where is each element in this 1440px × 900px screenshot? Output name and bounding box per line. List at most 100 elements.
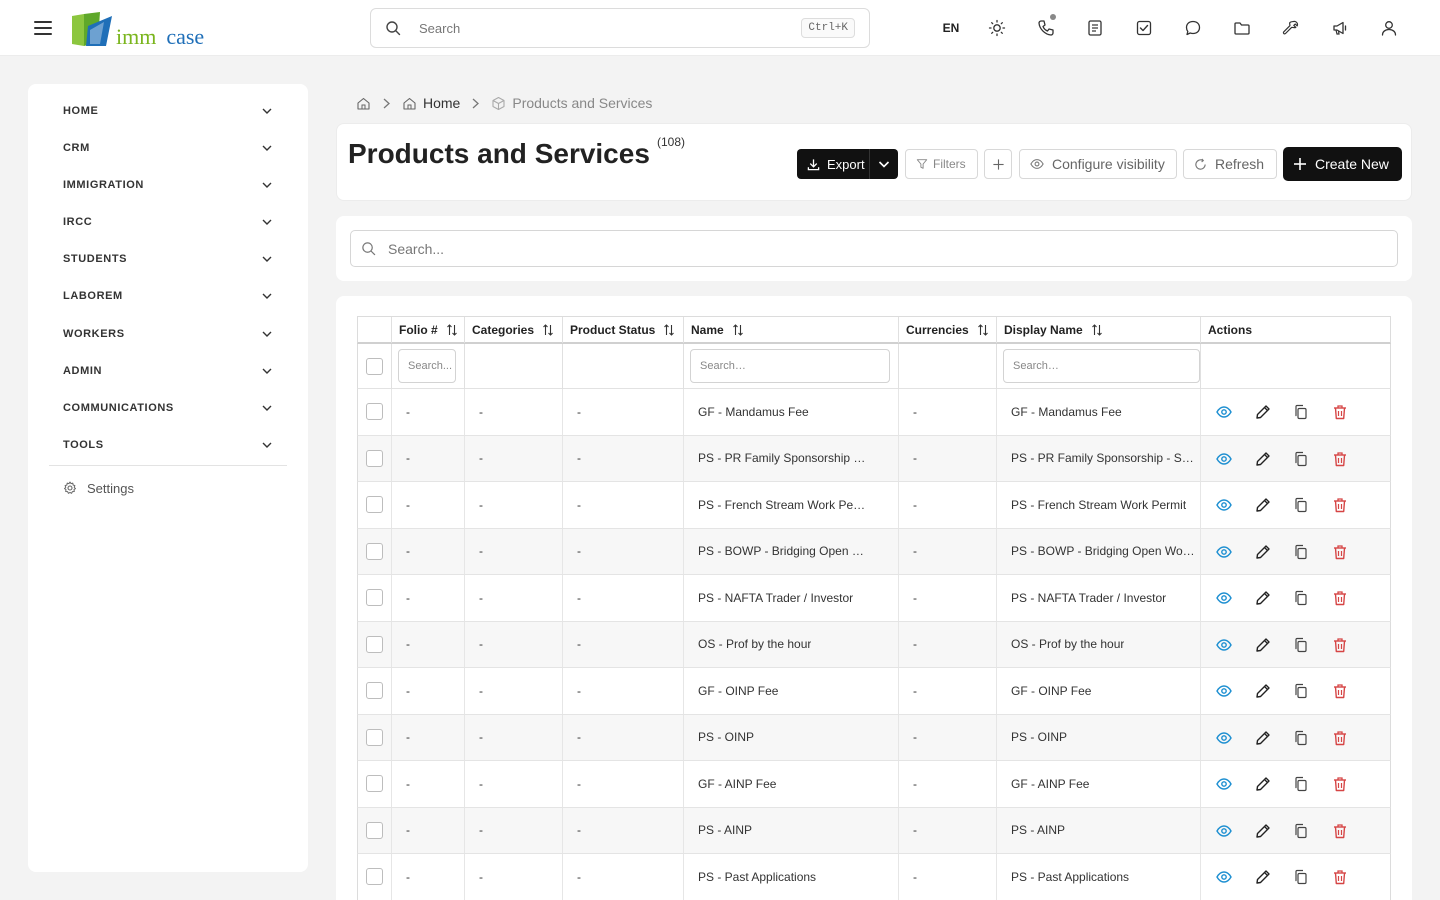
table-row[interactable]: - - - GF - AINP Fee - GF - AINP Fee bbox=[357, 761, 1391, 808]
row-checkbox[interactable] bbox=[366, 682, 383, 699]
sidebar-item-crm[interactable]: CRM bbox=[63, 133, 273, 163]
column-header-display-name[interactable]: Display Name bbox=[996, 317, 1200, 343]
delete-button[interactable] bbox=[1331, 496, 1349, 514]
duplicate-button[interactable] bbox=[1292, 682, 1310, 700]
delete-button[interactable] bbox=[1331, 403, 1349, 421]
sort-icon[interactable] bbox=[663, 324, 675, 336]
edit-button[interactable] bbox=[1254, 775, 1272, 793]
table-row[interactable]: - - - PS - PR Family Sponsorship - Spouse - P… bbox=[357, 435, 1391, 482]
tools-button[interactable] bbox=[1266, 14, 1315, 42]
row-checkbox[interactable] bbox=[366, 542, 383, 560]
table-row[interactable]: - - - PS - Past Applications - PS - Past Appl… bbox=[357, 854, 1391, 900]
delete-button[interactable] bbox=[1331, 589, 1349, 607]
column-header-folio[interactable]: Folio # bbox=[391, 317, 464, 343]
breadcrumb-home-link[interactable]: Home bbox=[423, 95, 460, 111]
view-button[interactable] bbox=[1215, 822, 1233, 840]
view-button[interactable] bbox=[1215, 868, 1233, 886]
table-search-input[interactable]: Search... bbox=[350, 230, 1398, 267]
sort-icon[interactable] bbox=[732, 324, 744, 336]
duplicate-button[interactable] bbox=[1292, 822, 1310, 840]
delete-button[interactable] bbox=[1331, 543, 1349, 561]
edit-button[interactable] bbox=[1254, 589, 1272, 607]
calls-button[interactable] bbox=[1021, 14, 1070, 42]
duplicate-button[interactable] bbox=[1292, 729, 1310, 747]
theme-toggle-button[interactable] bbox=[972, 14, 1021, 42]
edit-button[interactable] bbox=[1254, 868, 1272, 886]
column-header-product-status[interactable]: Product Status bbox=[562, 317, 683, 343]
app-logo[interactable]: imm case bbox=[70, 10, 204, 48]
sort-icon[interactable] bbox=[1091, 324, 1103, 336]
row-checkbox[interactable] bbox=[366, 496, 383, 513]
edit-button[interactable] bbox=[1254, 450, 1272, 468]
view-button[interactable] bbox=[1215, 682, 1233, 700]
folio-filter-input[interactable]: Search... bbox=[398, 349, 456, 383]
tasks-button[interactable] bbox=[1119, 14, 1168, 42]
delete-button[interactable] bbox=[1331, 729, 1349, 747]
menu-icon[interactable] bbox=[34, 17, 56, 39]
display-name-filter-input[interactable]: Search… bbox=[1003, 349, 1200, 383]
sidebar-item-admin[interactable]: ADMIN bbox=[63, 356, 273, 386]
sidebar-item-immigration[interactable]: IMMIGRATION bbox=[63, 170, 273, 200]
select-all-checkbox[interactable] bbox=[366, 358, 383, 375]
view-button[interactable] bbox=[1215, 403, 1233, 421]
edit-button[interactable] bbox=[1254, 543, 1272, 561]
delete-button[interactable] bbox=[1331, 682, 1349, 700]
row-checkbox[interactable] bbox=[366, 635, 383, 653]
edit-button[interactable] bbox=[1254, 729, 1272, 747]
delete-button[interactable] bbox=[1331, 636, 1349, 654]
sidebar-item-workers[interactable]: WORKERS bbox=[63, 319, 273, 349]
duplicate-button[interactable] bbox=[1292, 403, 1310, 421]
delete-button[interactable] bbox=[1331, 450, 1349, 468]
sidebar-item-settings[interactable]: Settings bbox=[63, 476, 134, 500]
sidebar-item-tools[interactable]: TOOLS bbox=[63, 430, 273, 460]
table-row[interactable]: - - - PS - OINP - PS - OINP bbox=[357, 714, 1391, 761]
duplicate-button[interactable] bbox=[1292, 450, 1310, 468]
language-selector[interactable]: EN bbox=[930, 21, 972, 35]
view-button[interactable] bbox=[1215, 729, 1233, 747]
filters-button[interactable]: Filters bbox=[905, 149, 978, 179]
edit-button[interactable] bbox=[1254, 636, 1272, 654]
delete-button[interactable] bbox=[1331, 775, 1349, 793]
duplicate-button[interactable] bbox=[1292, 868, 1310, 886]
view-button[interactable] bbox=[1215, 496, 1233, 514]
table-row[interactable]: - - - PS - BOWP - Bridging Open Work Permit… bbox=[357, 528, 1391, 575]
column-header-name[interactable]: Name bbox=[683, 317, 898, 343]
column-header-currencies[interactable]: Currencies bbox=[898, 317, 996, 343]
global-search-input[interactable]: Search Ctrl+K bbox=[370, 8, 870, 48]
export-button[interactable]: Export bbox=[797, 149, 869, 179]
duplicate-button[interactable] bbox=[1292, 496, 1310, 514]
documents-button[interactable] bbox=[1217, 14, 1266, 42]
table-row[interactable]: - - - OS - Prof by the hour - OS - Prof by th… bbox=[357, 621, 1391, 668]
delete-button[interactable] bbox=[1331, 822, 1349, 840]
duplicate-button[interactable] bbox=[1292, 543, 1310, 561]
delete-button[interactable] bbox=[1331, 868, 1349, 886]
view-button[interactable] bbox=[1215, 543, 1233, 561]
edit-button[interactable] bbox=[1254, 496, 1272, 514]
notes-button[interactable] bbox=[1070, 14, 1119, 42]
row-checkbox[interactable] bbox=[366, 449, 383, 467]
create-new-button[interactable]: Create New bbox=[1283, 147, 1402, 181]
sort-icon[interactable] bbox=[977, 324, 989, 336]
duplicate-button[interactable] bbox=[1292, 589, 1310, 607]
sidebar-item-ircc[interactable]: IRCC bbox=[63, 207, 273, 237]
edit-button[interactable] bbox=[1254, 822, 1272, 840]
add-filter-button[interactable] bbox=[984, 149, 1012, 179]
table-row[interactable]: - - - GF - Mandamus Fee - GF - Mandamus Fee bbox=[357, 389, 1391, 436]
table-row[interactable]: - - - PS - NAFTA Trader / Investor - PS - NAF… bbox=[357, 575, 1391, 622]
table-row[interactable]: - - - PS - French Stream Work Permit - PS - F… bbox=[357, 482, 1391, 529]
column-header-categories[interactable]: Categories bbox=[464, 317, 562, 343]
view-button[interactable] bbox=[1215, 636, 1233, 654]
sort-icon[interactable] bbox=[542, 324, 554, 336]
view-button[interactable] bbox=[1215, 775, 1233, 793]
refresh-button[interactable]: Refresh bbox=[1183, 149, 1277, 179]
view-button[interactable] bbox=[1215, 589, 1233, 607]
name-filter-input[interactable]: Search… bbox=[690, 349, 890, 383]
sidebar-item-laborem[interactable]: LABOREM bbox=[63, 281, 273, 311]
view-button[interactable] bbox=[1215, 450, 1233, 468]
messages-button[interactable] bbox=[1168, 14, 1217, 42]
duplicate-button[interactable] bbox=[1292, 775, 1310, 793]
table-row[interactable]: - - - PS - AINP - PS - AINP bbox=[357, 807, 1391, 854]
row-checkbox[interactable] bbox=[366, 821, 383, 839]
sidebar-item-communications[interactable]: COMMUNICATIONS bbox=[63, 393, 273, 423]
duplicate-button[interactable] bbox=[1292, 636, 1310, 654]
